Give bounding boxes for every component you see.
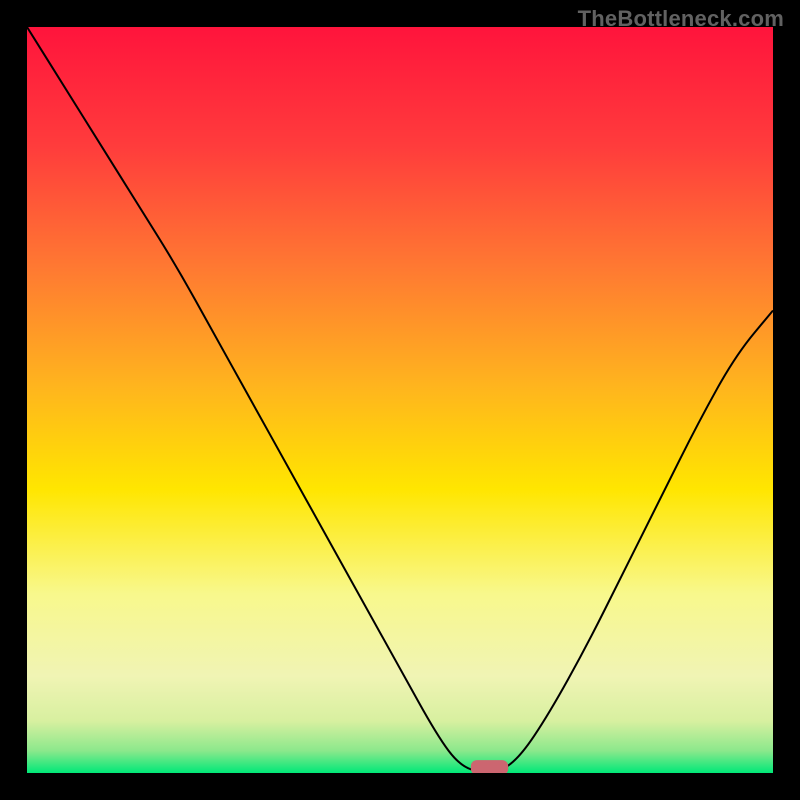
chart-svg (27, 27, 773, 773)
gradient-background (27, 27, 773, 773)
low-point-marker (471, 760, 508, 773)
chart-container: TheBottleneck.com (0, 0, 800, 800)
plot-area (27, 27, 773, 773)
